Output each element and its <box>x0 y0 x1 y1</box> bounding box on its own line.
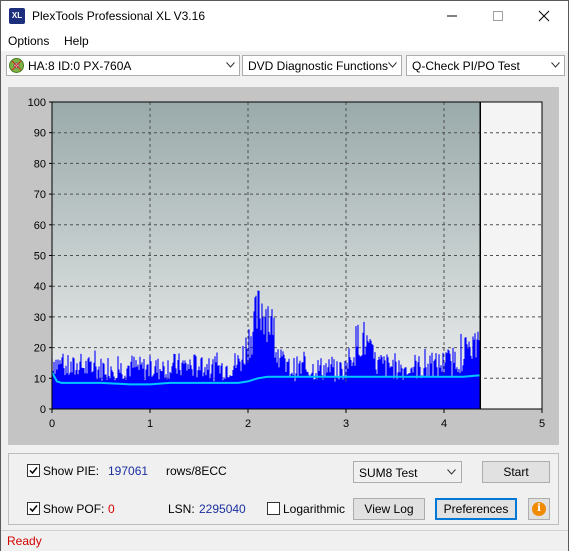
close-icon <box>538 10 550 22</box>
y-tick-label: 80 <box>34 158 46 170</box>
chevron-down-icon <box>226 62 235 68</box>
x-tick-label: 5 <box>539 418 545 430</box>
drive-select[interactable]: HA:8 ID:0 PX-760A <box>6 55 240 76</box>
x-tick-label: 2 <box>245 418 251 430</box>
function-select[interactable]: DVD Diagnostic Functions <box>242 55 402 76</box>
show-pie-value: 197061 <box>108 464 149 478</box>
pie-unit-label: rows/8ECC <box>166 464 227 478</box>
lsn-label: LSN: <box>168 502 195 516</box>
show-pof-value: 0 <box>108 502 115 516</box>
maximize-icon <box>493 11 503 21</box>
logarithmic-checkbox[interactable] <box>267 502 280 515</box>
start-button-label: Start <box>503 465 529 479</box>
controls-panel: Show PIE: 197061 rows/8ECC Show POF: 0 L… <box>8 453 559 525</box>
show-pof-checkbox[interactable] <box>27 502 40 515</box>
info-icon: i <box>532 502 546 516</box>
menu-help-label: Help <box>64 34 89 48</box>
show-pie-checkbox[interactable] <box>27 464 40 477</box>
y-tick-label: 20 <box>34 343 46 355</box>
checkmark-icon <box>29 505 38 513</box>
function-select-value: DVD Diagnostic Functions <box>248 59 389 73</box>
y-tick-label: 0 <box>40 404 46 416</box>
y-tick-label: 10 <box>34 373 46 385</box>
menu-options-label: Options <box>8 34 50 48</box>
x-tick-label: 0 <box>49 418 55 430</box>
title-bar: XL PlexTools Professional XL V3.16 <box>1 1 568 31</box>
info-button[interactable]: i <box>528 498 550 520</box>
chevron-down-icon <box>388 62 397 68</box>
x-tick-label: 3 <box>343 418 349 430</box>
start-button[interactable]: Start <box>482 461 550 483</box>
test-select[interactable]: Q-Check PI/PO Test <box>406 55 565 76</box>
y-tick-label: 90 <box>34 128 46 140</box>
y-tick-label: 100 <box>28 97 46 109</box>
maximize-button[interactable] <box>475 1 521 31</box>
show-pof-label: Show POF: <box>43 502 105 516</box>
x-tick-label: 1 <box>147 418 153 430</box>
x-tick-label: 4 <box>441 418 447 430</box>
chevron-down-icon <box>447 469 456 475</box>
app-logo-icon: XL <box>9 8 25 24</box>
y-tick-label: 50 <box>34 251 46 263</box>
minimize-button[interactable] <box>429 1 475 31</box>
status-text: Ready <box>7 534 42 548</box>
test-select-value: Q-Check PI/PO Test <box>412 59 520 73</box>
y-tick-label: 30 <box>34 312 46 324</box>
show-pie-label: Show PIE: <box>43 464 100 478</box>
y-tick-label: 70 <box>34 189 46 201</box>
toolbar: HA:8 ID:0 PX-760A DVD Diagnostic Functio… <box>1 52 568 80</box>
disc-drive-icon <box>9 58 24 73</box>
menu-bar: Options Help <box>1 31 568 51</box>
menu-options[interactable]: Options <box>8 34 49 48</box>
status-bar: Ready <box>1 530 568 551</box>
view-log-button-label: View Log <box>364 502 414 516</box>
sum8-test-select-value: SUM8 Test <box>359 466 418 480</box>
checkmark-icon <box>29 467 38 475</box>
chart-svg: 0 10 20 30 40 50 60 70 80 90 100 0 1 2 3 4 5 <box>28 97 545 430</box>
lsn-value: 2295040 <box>199 502 246 516</box>
logarithmic-label: Logarithmic <box>283 502 346 516</box>
window-title: PlexTools Professional XL V3.16 <box>32 9 205 23</box>
y-tick-label: 60 <box>34 220 46 232</box>
menu-help[interactable]: Help <box>64 34 89 48</box>
chevron-down-icon <box>551 62 560 68</box>
drive-select-value: HA:8 ID:0 PX-760A <box>28 59 132 73</box>
minimize-icon <box>447 15 457 17</box>
y-tick-label: 40 <box>34 281 46 293</box>
preferences-button[interactable]: Preferences <box>435 498 517 520</box>
preferences-button-label: Preferences <box>443 502 509 516</box>
pi-po-chart: 0 10 20 30 40 50 60 70 80 90 100 0 1 2 3 4 5 <box>8 87 559 445</box>
close-button[interactable] <box>521 1 567 31</box>
view-log-button[interactable]: View Log <box>353 498 425 520</box>
sum8-test-select[interactable]: SUM8 Test <box>353 461 462 483</box>
app-window: XL PlexTools Professional XL V3.16 Optio… <box>0 0 569 551</box>
